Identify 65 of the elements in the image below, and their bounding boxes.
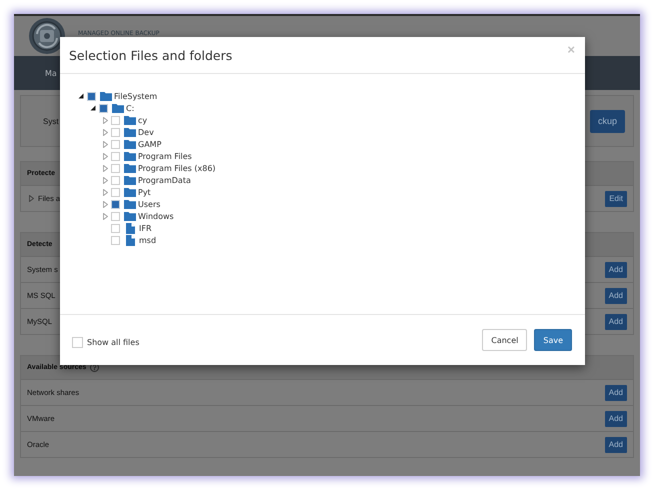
- checkbox[interactable]: [111, 140, 120, 148]
- tree-item-label[interactable]: msd: [139, 236, 156, 244]
- expand-icon[interactable]: [102, 200, 108, 208]
- row-action-button[interactable]: Edit: [605, 190, 627, 206]
- checkbox[interactable]: [111, 212, 120, 220]
- checkbox[interactable]: [111, 188, 120, 196]
- checkbox[interactable]: [111, 152, 120, 160]
- expand-icon[interactable]: [29, 195, 34, 202]
- expand-icon[interactable]: [102, 164, 108, 172]
- tree-item-label[interactable]: cy: [138, 116, 148, 124]
- expand-icon[interactable]: [102, 152, 108, 160]
- folder-icon: [124, 139, 136, 149]
- folder-icon: [124, 163, 136, 173]
- expand-icon[interactable]: [102, 140, 108, 148]
- tree-item-label[interactable]: Program Files: [138, 152, 192, 160]
- row-action-button[interactable]: Add: [604, 436, 627, 452]
- expand-icon[interactable]: [102, 176, 108, 184]
- logo-icon: [28, 17, 66, 55]
- collapse-icon[interactable]: [78, 93, 84, 99]
- row-action-button[interactable]: Add: [604, 262, 627, 278]
- row-action-button[interactable]: Add: [604, 314, 627, 330]
- file-icon: [126, 234, 135, 246]
- checkbox[interactable]: [111, 236, 120, 244]
- checkbox[interactable]: [111, 200, 120, 208]
- tree-item-label[interactable]: FileSystem: [114, 92, 158, 100]
- backup-button[interactable]: ckup: [590, 110, 625, 132]
- row-action-button[interactable]: Add: [604, 384, 627, 400]
- checkbox[interactable]: [99, 104, 108, 112]
- folder-icon: [124, 175, 136, 185]
- expand-icon[interactable]: [102, 116, 108, 124]
- row-action-button[interactable]: Add: [604, 288, 627, 304]
- tree-item-label[interactable]: C:: [126, 104, 134, 112]
- checkbox[interactable]: [111, 176, 120, 184]
- tree-item-label[interactable]: Pyt: [138, 188, 151, 196]
- expand-icon[interactable]: [102, 188, 108, 196]
- folder-icon: [124, 127, 136, 137]
- checkbox[interactable]: [87, 92, 96, 100]
- checkbox[interactable]: [111, 164, 120, 172]
- tree-item-label[interactable]: GAMP: [138, 140, 162, 148]
- tree-item-label[interactable]: Users: [138, 200, 160, 208]
- checkbox[interactable]: [111, 224, 120, 232]
- checkbox[interactable]: [72, 336, 83, 348]
- folder-icon: [112, 103, 124, 113]
- expand-icon[interactable]: [102, 128, 108, 136]
- tree-item-label[interactable]: ProgramData: [138, 176, 191, 184]
- tree-item-label[interactable]: Program Files (x86): [138, 164, 216, 172]
- dialog-title: Selection Files and folders: [69, 48, 232, 62]
- summary-label: Syst: [43, 116, 59, 126]
- checkbox[interactable]: [111, 116, 120, 124]
- checkbox[interactable]: [111, 128, 120, 136]
- collapse-icon[interactable]: [90, 105, 96, 111]
- row-action-button[interactable]: Add: [604, 410, 627, 426]
- checkbox-label: Show all files: [87, 338, 140, 346]
- save-button[interactable]: Save: [534, 329, 572, 351]
- folder-icon: [124, 115, 136, 125]
- cancel-button[interactable]: Cancel: [482, 329, 528, 351]
- file-icon: [126, 222, 135, 234]
- tree-item-label[interactable]: Windows: [138, 212, 174, 220]
- tree-item-label[interactable]: IFR: [139, 224, 152, 232]
- tree-item-label[interactable]: Dev: [138, 128, 154, 136]
- nav-item[interactable]: Ma: [45, 68, 57, 78]
- folder-icon: [124, 211, 136, 221]
- expand-icon[interactable]: [102, 212, 108, 220]
- folder-icon: [124, 199, 136, 209]
- help-icon[interactable]: [90, 363, 100, 372]
